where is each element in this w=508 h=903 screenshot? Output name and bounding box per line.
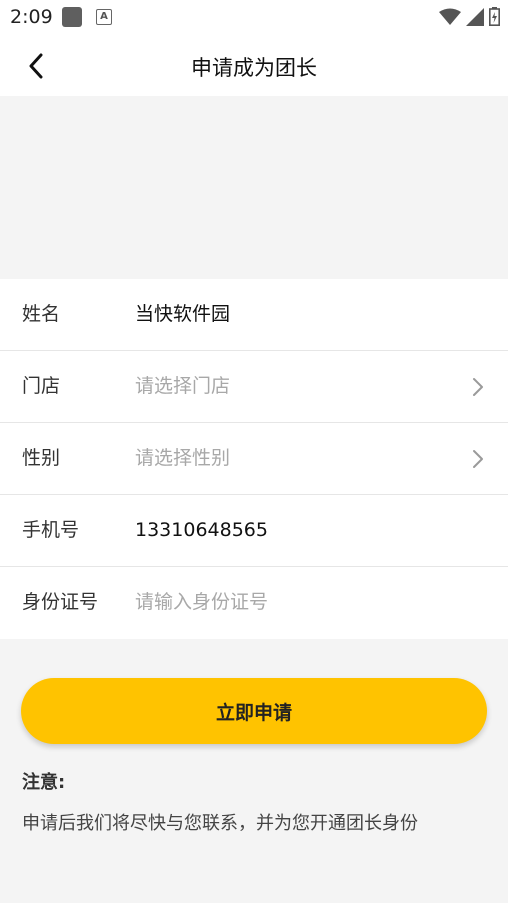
- gender-label: 性别: [22, 447, 61, 469]
- app-notification-icon: [62, 7, 82, 27]
- name-label: 姓名: [22, 303, 61, 325]
- phone-row[interactable]: 手机号 13310648565: [0, 495, 508, 567]
- store-select[interactable]: 门店 请选择门店: [0, 351, 508, 423]
- keyboard-a-icon: A: [96, 9, 112, 25]
- phone-value: 13310648565: [135, 519, 268, 541]
- signal-icon: [466, 7, 484, 26]
- application-form: 姓名 当快软件园 门店 请选择门店 性别 请选择性别 手机号 133106485…: [0, 279, 508, 639]
- note-text: 申请后我们将尽快与您联系，并为您开通团长身份: [22, 813, 418, 834]
- page-title: 申请成为团长: [191, 56, 317, 80]
- apply-button[interactable]: 立即申请: [21, 678, 487, 744]
- name-value: 当快软件园: [135, 303, 231, 325]
- status-time: 2:09: [10, 6, 53, 28]
- status-icons: [439, 7, 500, 26]
- gender-select[interactable]: 性别 请选择性别: [0, 423, 508, 495]
- chevron-right-icon: [473, 450, 483, 468]
- note-title: 注意:: [22, 772, 66, 793]
- id-number-row: 身份证号: [0, 567, 508, 639]
- gender-placeholder: 请选择性别: [135, 447, 231, 469]
- store-label: 门店: [22, 375, 61, 397]
- id-number-label: 身份证号: [22, 591, 99, 613]
- header: 申请成为团长: [0, 34, 508, 96]
- store-placeholder: 请选择门店: [135, 375, 231, 397]
- battery-icon: [489, 7, 500, 26]
- status-bar: 2:09 A: [0, 0, 508, 34]
- banner-area: [0, 96, 508, 279]
- wifi-icon: [439, 8, 461, 25]
- chevron-right-icon: [473, 378, 483, 396]
- name-row[interactable]: 姓名 当快软件园: [0, 279, 508, 351]
- phone-label: 手机号: [22, 519, 80, 541]
- id-number-input[interactable]: [135, 585, 465, 619]
